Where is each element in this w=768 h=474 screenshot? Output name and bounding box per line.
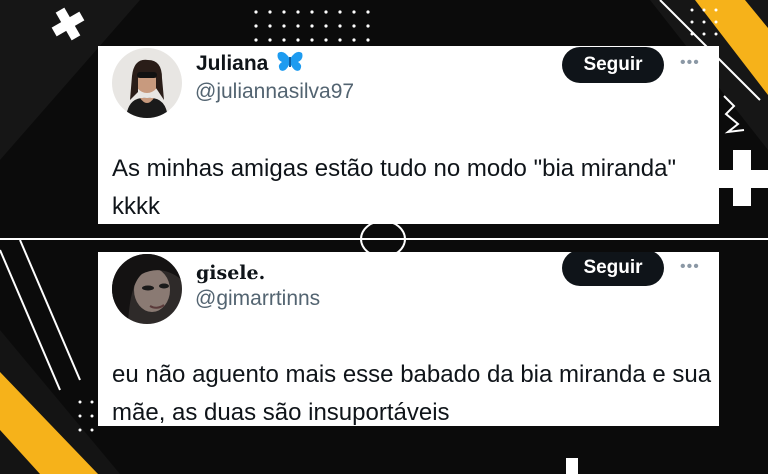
tweet-card: gisele. @gimarrtinns Seguir ••• eu não a… bbox=[98, 252, 719, 426]
more-options-icon[interactable]: ••• bbox=[680, 258, 700, 276]
display-name[interactable]: Juliana bbox=[196, 51, 304, 79]
butterfly-icon bbox=[276, 51, 304, 79]
tweet-text: As minhas amigas estão tudo no modo "bia… bbox=[112, 155, 677, 220]
display-name[interactable]: gisele. bbox=[196, 262, 265, 284]
avatar bbox=[112, 48, 182, 118]
tweet-card: Juliana @juliannasilva97 Seguir ••• As m… bbox=[98, 46, 719, 224]
tweet-text: eu não aguento mais esse babado da bia m… bbox=[112, 361, 712, 426]
user-handle[interactable]: @juliannasilva97 bbox=[195, 80, 354, 104]
avatar bbox=[112, 254, 182, 324]
display-name-text: Juliana bbox=[196, 52, 269, 75]
follow-button[interactable]: Seguir bbox=[562, 252, 664, 286]
more-options-icon[interactable]: ••• bbox=[680, 54, 700, 72]
follow-button[interactable]: Seguir bbox=[562, 47, 664, 83]
user-handle[interactable]: @gimarrtinns bbox=[195, 287, 320, 311]
